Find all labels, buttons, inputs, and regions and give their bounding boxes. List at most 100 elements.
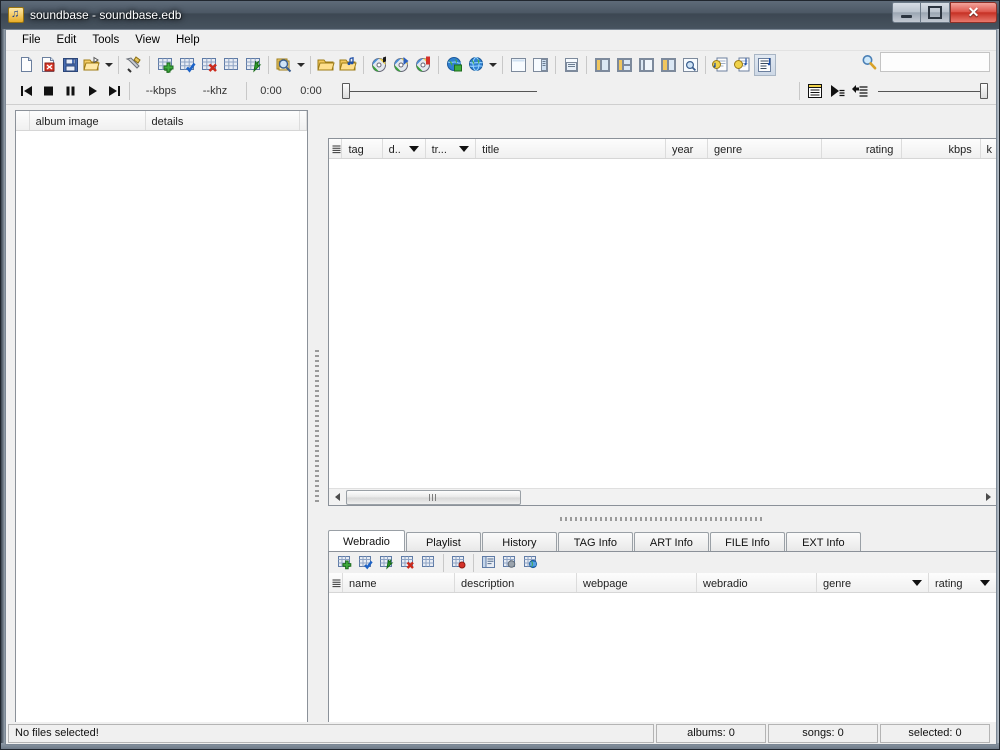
column-rating[interactable]: rating [822,139,903,158]
add-webradio-icon[interactable] [334,553,355,572]
search-input[interactable] [880,52,990,72]
maximize-button[interactable] [921,2,950,23]
next-track-button[interactable] [103,80,125,102]
layout-split-icon[interactable] [591,54,613,76]
tab-tag-info[interactable]: TAG Info [557,532,633,552]
tab-art-info[interactable]: ART Info [633,532,709,552]
hscroll-left-arrow-icon[interactable] [329,489,346,505]
vertical-splitter[interactable] [310,110,324,743]
layout-four-icon[interactable] [635,54,657,76]
title-bar[interactable]: soundbase - soundbase.edb ✕ [1,1,999,28]
webradio-list-grip[interactable] [329,573,343,592]
tab-ext-info[interactable]: EXT Info [785,532,861,552]
refresh-webradio-icon[interactable] [499,553,520,572]
close-button[interactable]: ✕ [950,2,997,23]
globe-blue-icon[interactable] [465,54,487,76]
menu-file[interactable]: File [14,31,49,49]
seek-slider-thumb[interactable] [342,83,350,99]
pause-button[interactable] [59,80,81,102]
layout-single-icon[interactable] [507,54,529,76]
tag-write-icon[interactable] [732,54,754,76]
column-genre-webradio[interactable]: genre [817,573,929,592]
album-list-grip[interactable] [16,111,30,130]
previous-track-button[interactable] [15,80,37,102]
column-webpage[interactable]: webpage [577,573,697,592]
column-details[interactable]: details [146,111,300,130]
volume-slider[interactable] [878,80,988,102]
cd-blue-icon[interactable] [390,54,412,76]
search-album-icon[interactable] [273,54,295,76]
column-genre-sort-arrow[interactable] [912,580,922,586]
column-title[interactable]: title [476,139,666,158]
song-list-body[interactable] [329,159,996,489]
column-disc[interactable]: d.. [383,139,426,158]
hscroll-trough[interactable] [521,489,980,505]
seek-slider[interactable] [342,80,537,102]
edit-webradio-icon[interactable] [376,553,397,572]
column-khz[interactable]: k [981,139,996,158]
queue-list-icon[interactable] [804,80,826,102]
column-name[interactable]: name [343,573,455,592]
check-webradio-icon[interactable] [355,553,376,572]
column-kbps[interactable]: kbps [902,139,981,158]
record-webradio-icon[interactable] [448,553,469,572]
new-database-icon[interactable] [15,54,37,76]
album-list-panel[interactable]: album image details [15,110,308,743]
preview-icon[interactable] [679,54,701,76]
magnifier-icon[interactable] [860,53,878,71]
cd-red-icon[interactable] [412,54,434,76]
refresh-album-icon[interactable] [242,54,264,76]
open-database-icon[interactable] [81,54,103,76]
hscroll-thumb[interactable] [346,489,521,505]
column-year[interactable]: year [666,139,708,158]
column-genre[interactable]: genre [708,139,822,158]
menu-view[interactable]: View [127,31,168,49]
hscroll-right-arrow-icon[interactable] [980,489,996,505]
properties-webradio-icon[interactable] [478,553,499,572]
delete-webradio-icon[interactable] [397,553,418,572]
tools-hammer-icon[interactable] [123,54,145,76]
globe-webradio-icon[interactable] [520,553,541,572]
tab-playlist[interactable]: Playlist [405,532,481,552]
close-database-icon[interactable] [37,54,59,76]
search-dropdown-caret[interactable] [295,54,306,76]
globe-dropdown-caret[interactable] [487,54,498,76]
song-list-panel[interactable]: tag d.. tr... title year genre rating kb… [328,138,996,506]
tab-history[interactable]: History [481,532,557,552]
column-description[interactable]: description [455,573,577,592]
column-track-sort-arrow[interactable] [459,146,470,152]
globe-green-icon[interactable] [443,54,465,76]
song-list-hscrollbar[interactable] [329,488,996,505]
layout-detail-icon[interactable] [657,54,679,76]
webradio-list[interactable]: name description webpage webradio genre … [329,573,996,742]
minimize-button[interactable] [892,2,921,23]
column-rating-webradio[interactable]: rating [929,573,996,592]
add-album-icon[interactable] [154,54,176,76]
cd-green-icon[interactable] [368,54,390,76]
column-webradio[interactable]: webradio [697,573,817,592]
stop-button[interactable] [37,80,59,102]
tab-file-info[interactable]: FILE Info [709,532,785,552]
column-tag[interactable]: tag [342,139,383,158]
webradio-list-body[interactable] [329,593,996,741]
list-webradio-icon[interactable] [418,553,439,572]
column-rating-sort-arrow[interactable] [980,580,990,586]
layout-left-icon[interactable] [529,54,551,76]
tag-read-icon[interactable] [710,54,732,76]
folder-music-icon[interactable] [337,54,359,76]
column-track[interactable]: tr... [426,139,477,158]
add-to-playlist-icon[interactable] [848,80,870,102]
playlist-edit-icon[interactable] [754,53,776,76]
album-list-body[interactable] [16,131,307,742]
check-album-icon[interactable] [176,54,198,76]
layout-top-icon[interactable] [560,54,582,76]
volume-slider-thumb[interactable] [980,83,988,99]
menu-help[interactable]: Help [168,31,208,49]
folder-open-icon[interactable] [315,54,337,76]
album-grid-icon[interactable] [220,54,242,76]
open-dropdown-caret[interactable] [103,54,114,76]
play-queue-icon[interactable] [826,80,848,102]
column-disc-sort-arrow[interactable] [408,146,419,152]
layout-three-icon[interactable] [613,54,635,76]
horizontal-splitter[interactable] [328,508,996,530]
